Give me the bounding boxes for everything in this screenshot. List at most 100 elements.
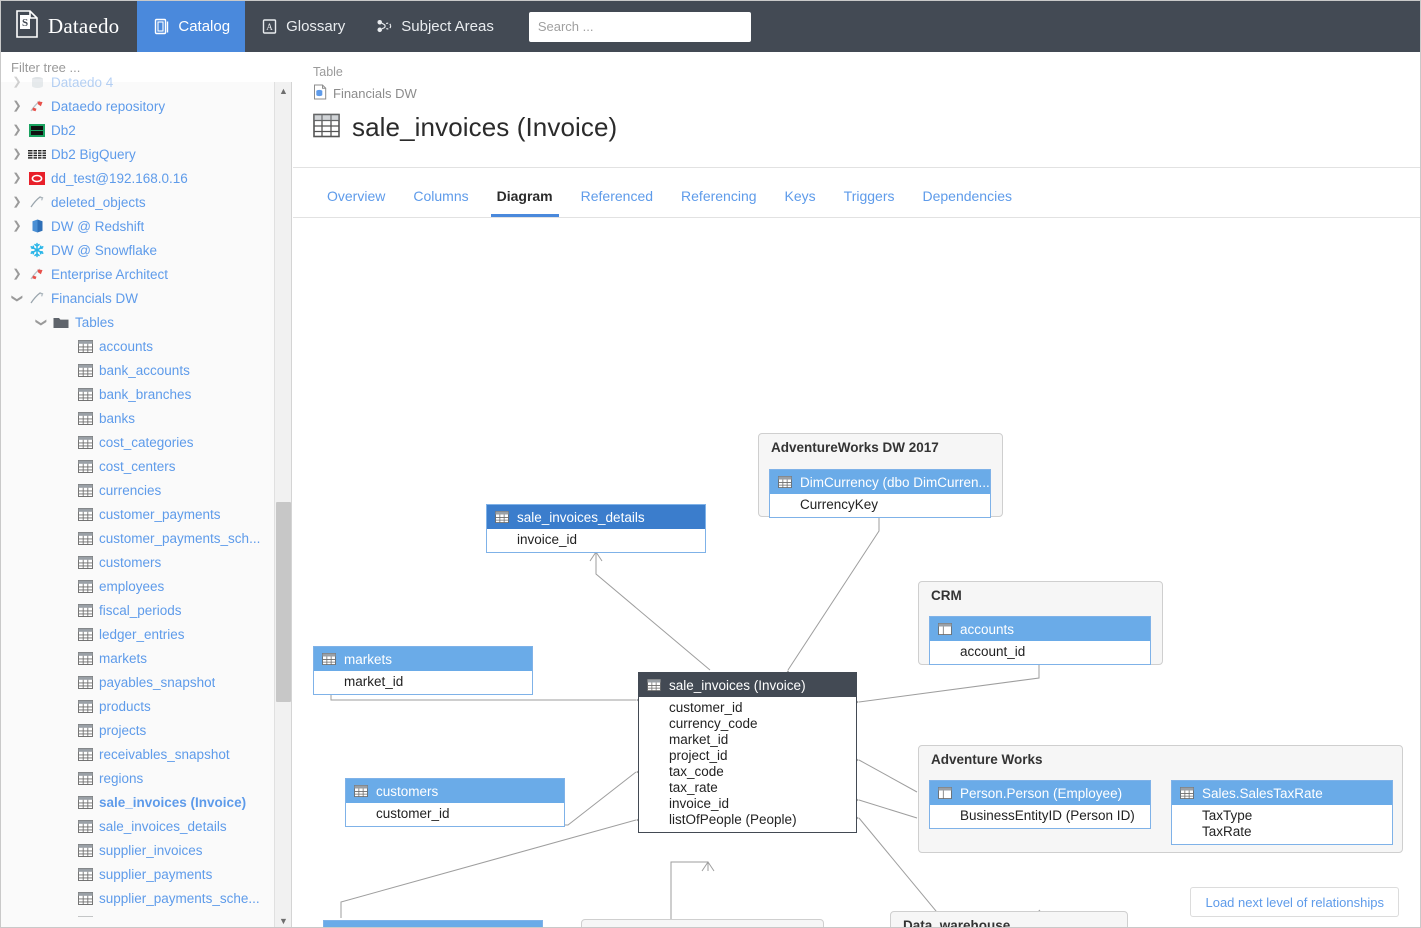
tab-columns[interactable]: Columns xyxy=(399,188,482,217)
chevron-down-icon[interactable]: ❯ xyxy=(7,293,27,304)
diagram-entity-markets[interactable]: marketsmarket_id xyxy=(313,646,533,695)
tab-referencing[interactable]: Referencing xyxy=(667,188,771,217)
tree-item-products[interactable]: products xyxy=(1,694,275,718)
diagram-entity-projects[interactable]: projectsproject_id xyxy=(323,920,543,928)
diagram-entity-header[interactable]: markets xyxy=(314,647,532,671)
diagram-entity-header[interactable]: Person.Person (Employee) xyxy=(930,781,1150,805)
diagram-canvas[interactable]: Load next level of relationships Adventu… xyxy=(293,218,1421,928)
table-icon xyxy=(75,434,95,450)
diagram-entity-crm_accounts[interactable]: accountsaccount_id xyxy=(929,616,1151,665)
chevron-right-icon[interactable]: ❯ xyxy=(7,77,27,88)
object-tree[interactable]: ❯Dataedo 4❯Dataedo repository❯Db2❯Db2 Bi… xyxy=(1,70,275,917)
chevron-down-icon[interactable]: ❯ xyxy=(31,317,51,328)
tree-item-fiscal-periods[interactable]: fiscal_periods xyxy=(1,598,275,622)
tree-item-currencies[interactable]: currencies xyxy=(1,478,275,502)
nav-item-subject-areas[interactable]: Subject Areas xyxy=(360,1,509,52)
search-input[interactable] xyxy=(529,12,751,42)
tree-item-banks[interactable]: banks xyxy=(1,406,275,430)
tree-item-db2-bigquery[interactable]: ❯ Db2 BigQuery xyxy=(1,142,275,166)
tab-triggers[interactable]: Triggers xyxy=(830,188,909,217)
diagram-entity-header[interactable]: customers xyxy=(346,779,564,803)
diagram-entity-dim_currency[interactable]: DimCurrency (dbo DimCurren...CurrencyKey xyxy=(769,469,991,518)
chevron-right-icon[interactable]: ❯ xyxy=(7,269,27,280)
brand-logo[interactable]: S Dataedo xyxy=(1,1,137,52)
tree-item-regions[interactable]: regions xyxy=(1,766,275,790)
load-next-level-button[interactable]: Load next level of relationships xyxy=(1190,887,1399,917)
diagram-group-data-warehouse[interactable]: Data_warehouse xyxy=(890,911,1128,928)
nav-item-glossary[interactable]: A Glossary xyxy=(245,1,360,52)
diagram-entity-sale_invoices[interactable]: sale_invoices (Invoice)customer_idcurren… xyxy=(638,672,857,833)
svg-text:A: A xyxy=(266,22,273,32)
chevron-right-icon[interactable]: ❯ xyxy=(7,125,27,136)
tree-item-projects[interactable]: projects xyxy=(1,718,275,742)
table-icon xyxy=(75,338,95,354)
breadcrumb[interactable]: Financials DW xyxy=(313,84,1421,103)
tree-item-suppliers[interactable]: suppliers xyxy=(1,910,275,917)
tree-item-supplier-invoices[interactable]: supplier_invoices xyxy=(1,838,275,862)
tree-item-markets[interactable]: markets xyxy=(1,646,275,670)
chevron-right-icon[interactable]: ❯ xyxy=(7,101,27,112)
tree-item-accounts[interactable]: accounts xyxy=(1,334,275,358)
diagram-entity-header[interactable]: sale_invoices (Invoice) xyxy=(639,673,856,697)
diagram-entity-title: Person.Person (Employee) xyxy=(960,786,1122,801)
diagram-group-client-portal[interactable]: Client Portal xyxy=(581,919,824,928)
tree-item-label: DW @ Redshift xyxy=(51,219,144,234)
diagram-entity-header[interactable]: DimCurrency (dbo DimCurren... xyxy=(770,470,990,494)
chevron-right-icon[interactable]: ❯ xyxy=(7,221,27,232)
tree-item-deleted-objects[interactable]: ❯deleted_objects xyxy=(1,190,275,214)
tree-item-financials-dw[interactable]: ❯Financials DW xyxy=(1,286,275,310)
oracle-icon xyxy=(27,170,47,186)
diagram-entity-header[interactable]: accounts xyxy=(930,617,1150,641)
tree-item-customers[interactable]: customers xyxy=(1,550,275,574)
tree-item-dd-test-192-168-0-16[interactable]: ❯dd_test@192.168.0.16 xyxy=(1,166,275,190)
diagram-entity-header[interactable]: projects xyxy=(324,921,542,928)
chevron-right-icon[interactable]: ❯ xyxy=(7,173,27,184)
tree-item-cost-categories[interactable]: cost_categories xyxy=(1,430,275,454)
page-title-row: sale_invoices (Invoice) xyxy=(313,112,1421,143)
diagram-entity-customers[interactable]: customerscustomer_id xyxy=(345,778,565,827)
tree-item-receivables-snapshot[interactable]: receivables_snapshot xyxy=(1,742,275,766)
tree-item-dw-snowflake[interactable]: DW @ Snowflake xyxy=(1,238,275,262)
diagram-entity-header[interactable]: sale_invoices_details xyxy=(487,505,705,529)
tree-item-label: Db2 BigQuery xyxy=(51,147,136,162)
table-icon xyxy=(75,794,95,810)
tree-item-supplier-payments[interactable]: supplier_payments xyxy=(1,862,275,886)
scroll-up-icon[interactable]: ▲ xyxy=(275,82,292,99)
tab-referenced[interactable]: Referenced xyxy=(567,188,667,217)
tree-item-cost-centers[interactable]: cost_centers xyxy=(1,454,275,478)
diagram-entity-person_person[interactable]: Person.Person (Employee)BusinessEntityID… xyxy=(929,780,1151,829)
chevron-right-icon[interactable]: ❯ xyxy=(7,197,27,208)
tab-dependencies[interactable]: Dependencies xyxy=(908,188,1026,217)
tree-scrollbar[interactable]: ▲ ▼ xyxy=(274,82,291,928)
diagram-entity-sales_taxrate[interactable]: Sales.SalesTaxRateTaxTypeTaxRate xyxy=(1171,780,1393,845)
tree-item-customer-payments-sch[interactable]: customer_payments_sch... xyxy=(1,526,275,550)
diagram-entity-header[interactable]: Sales.SalesTaxRate xyxy=(1172,781,1392,805)
tree-item-bank-accounts[interactable]: bank_accounts xyxy=(1,358,275,382)
tree-item-payables-snapshot[interactable]: payables_snapshot xyxy=(1,670,275,694)
nav-item-catalog[interactable]: Catalog xyxy=(137,1,245,52)
tree-item-sale-invoices-details[interactable]: sale_invoices_details xyxy=(1,814,275,838)
chevron-right-icon[interactable]: ❯ xyxy=(7,149,27,160)
tree-scrollbar-thumb[interactable] xyxy=(276,502,291,702)
tree-item-dataedo-repository[interactable]: ❯Dataedo repository xyxy=(1,94,275,118)
tab-bar[interactable]: OverviewColumnsDiagramReferencedReferenc… xyxy=(293,168,1421,218)
tree-item-enterprise-architect[interactable]: ❯Enterprise Architect xyxy=(1,262,275,286)
tree-item-employees[interactable]: employees xyxy=(1,574,275,598)
tree-item-label: supplier_invoices xyxy=(99,843,203,858)
scroll-down-icon[interactable]: ▼ xyxy=(275,912,292,928)
tree-item-customer-payments[interactable]: customer_payments xyxy=(1,502,275,526)
tab-diagram[interactable]: Diagram xyxy=(483,188,567,217)
tree-item-ledger-entries[interactable]: ledger_entries xyxy=(1,622,275,646)
tree-item-tables[interactable]: ❯Tables xyxy=(1,310,275,334)
tree-item-db2[interactable]: ❯Db2 xyxy=(1,118,275,142)
tree-item-bank-branches[interactable]: bank_branches xyxy=(1,382,275,406)
tree-item-supplier-payments-sche[interactable]: supplier_payments_sche... xyxy=(1,886,275,910)
tree-item-dataedo-4[interactable]: ❯Dataedo 4 xyxy=(1,70,275,94)
tab-keys[interactable]: Keys xyxy=(771,188,830,217)
diagram-entity-sale_invoices_details[interactable]: sale_invoices_detailsinvoice_id xyxy=(486,504,706,553)
tree-item-sale-invoices-invoice[interactable]: sale_invoices (Invoice) xyxy=(1,790,275,814)
tree-item-label: receivables_snapshot xyxy=(99,747,230,762)
tree-item-dw-redshift[interactable]: ❯ DW @ Redshift xyxy=(1,214,275,238)
tab-overview[interactable]: Overview xyxy=(313,188,399,217)
tree-item-label: bank_branches xyxy=(99,387,191,402)
